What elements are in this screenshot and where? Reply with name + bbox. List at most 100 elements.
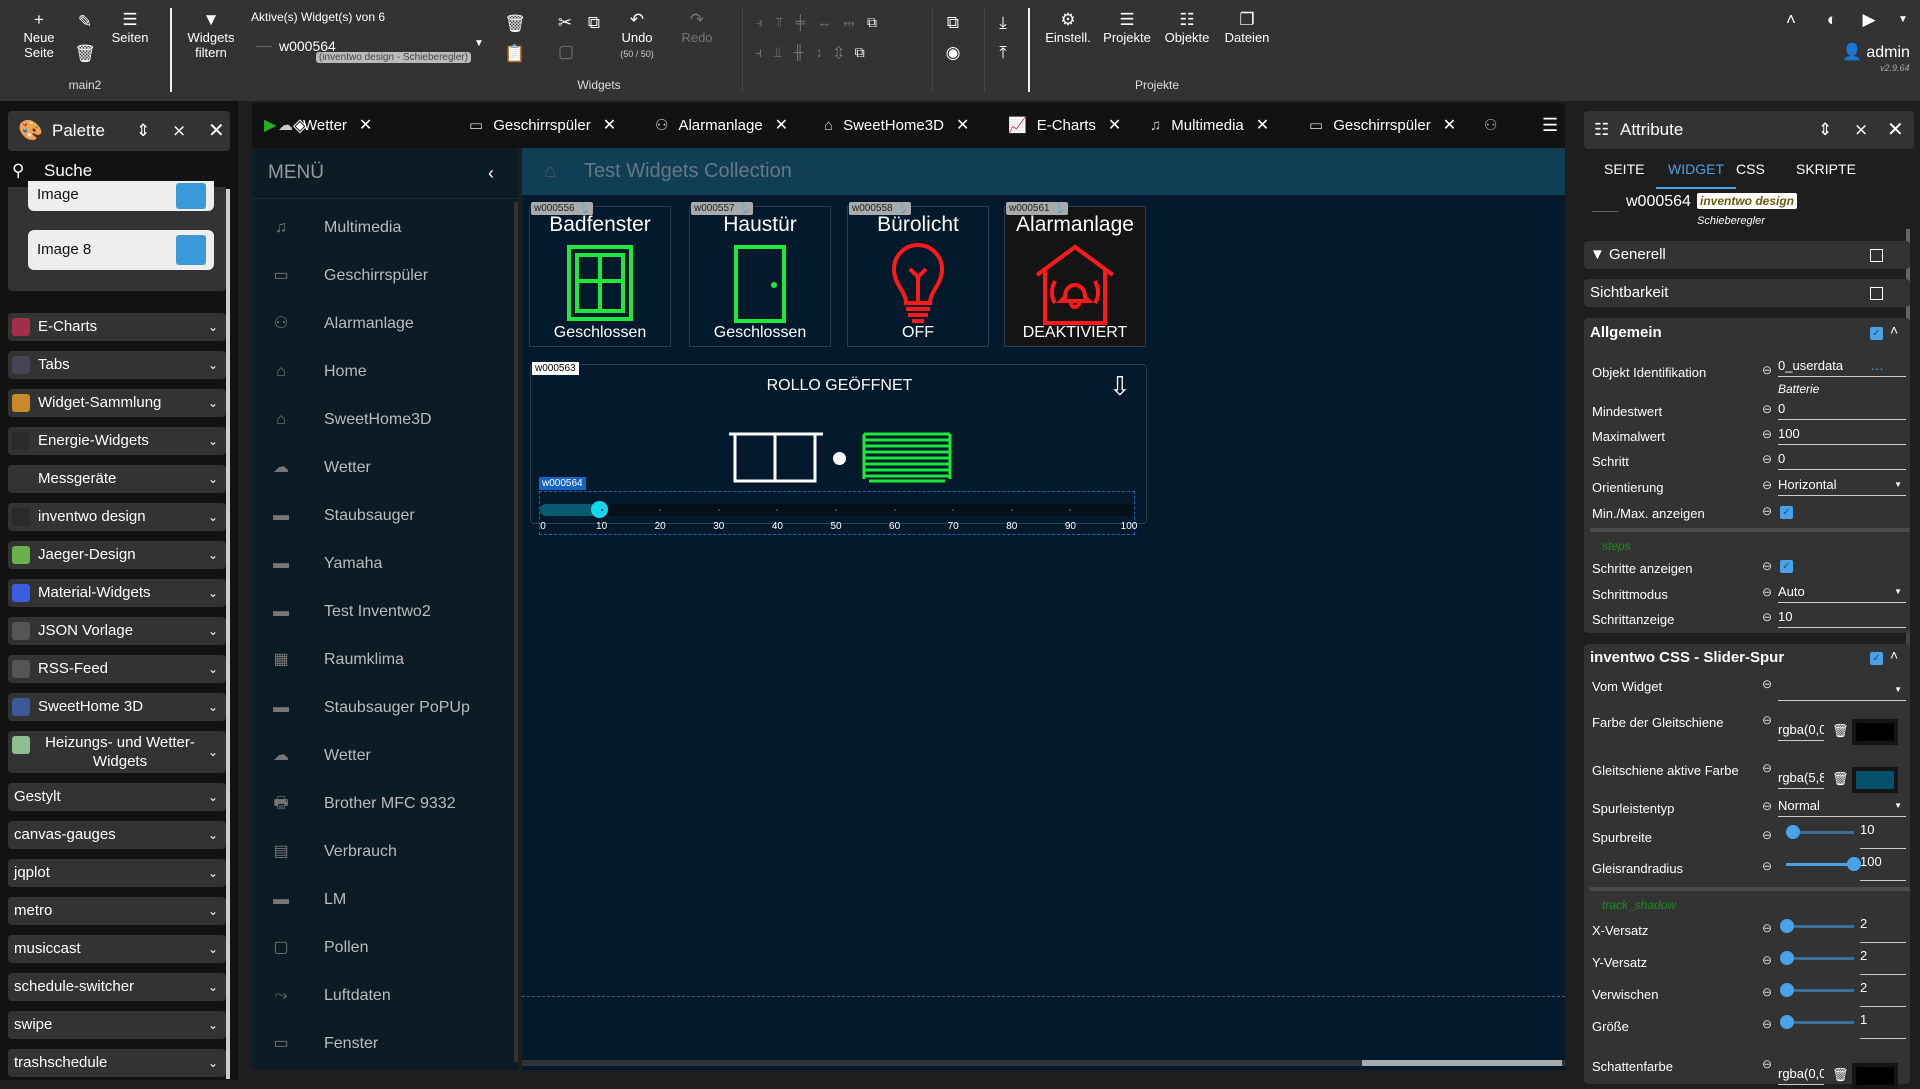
horizontal-scrollbar[interactable]	[522, 1060, 1565, 1066]
menu-item[interactable]: ⌂ SweetHome3D	[252, 400, 518, 440]
tab-view[interactable]: ⚇ Alarmanlage ✕	[655, 103, 788, 148]
copy-button[interactable]: ⧉	[588, 13, 600, 33]
palette-category[interactable]: JSON Vorlage ⌄	[8, 617, 226, 645]
collapse-all-icon[interactable]: ⨯	[172, 111, 186, 151]
tab-view[interactable]: 📈 E-Charts ✕	[1008, 103, 1121, 148]
palette-category[interactable]: Jaeger-Design ⌄	[8, 541, 226, 569]
chevron-down-icon[interactable]: ⌄	[208, 503, 218, 531]
chevron-up-icon[interactable]: ˄	[1890, 647, 1898, 663]
attr-input[interactable]: 2	[1860, 979, 1906, 1007]
link-icon[interactable]: ⊖	[1762, 559, 1772, 573]
link-icon[interactable]: ⊖	[1762, 1057, 1772, 1071]
palette-category[interactable]: musiccast ⌄	[8, 935, 226, 963]
palette-item-image8[interactable]: Image 8	[28, 230, 214, 270]
palette-category[interactable]: Widget-Sammlung ⌄	[8, 389, 226, 417]
link-icon[interactable]: ⊖	[1762, 677, 1772, 691]
state-widget[interactable]: Badfenster Geschlossen	[529, 206, 671, 347]
attr-input[interactable]: Horizontal ▼	[1778, 476, 1906, 496]
group-sichtbarkeit[interactable]: Sichtbarkeit	[1584, 279, 1910, 307]
menu-item[interactable]: ▤ Verbrauch	[252, 832, 518, 872]
chevron-down-icon[interactable]: ⌄	[208, 1049, 218, 1077]
group-generell[interactable]: ▼ Generell	[1584, 241, 1910, 269]
tab-css[interactable]: CSS	[1736, 161, 1765, 189]
group-checkbox[interactable]	[1870, 287, 1883, 300]
attr-input[interactable]: Normal ▼	[1778, 797, 1906, 817]
palette-category[interactable]: Heizungs- und Wetter-Widgets ⌄	[8, 731, 226, 773]
link-icon[interactable]: ⊖	[1762, 610, 1772, 624]
close-tab-icon[interactable]: ✕	[359, 117, 372, 134]
scrollbar[interactable]	[226, 189, 230, 1079]
chevron-down-icon[interactable]: ⌄	[208, 731, 218, 773]
link-icon[interactable]: ⊖	[1762, 713, 1772, 727]
attr-input[interactable]: 0	[1778, 400, 1906, 420]
chevron-down-icon[interactable]: ⌄	[208, 427, 218, 455]
group-checkbox[interactable]: ✓	[1870, 652, 1883, 665]
link-icon[interactable]: ⊖	[1762, 859, 1772, 873]
widget-select[interactable]: w000564 (inventwo design - Schieberegler…	[256, 36, 486, 68]
link-icon[interactable]: ⊖	[1762, 985, 1772, 999]
export-button[interactable]: ⤒	[999, 43, 1007, 63]
chevron-down-icon[interactable]: ⌄	[208, 351, 218, 379]
menu-item[interactable]: ☁ Wetter	[252, 736, 518, 776]
link-icon[interactable]: ⊖	[1762, 799, 1772, 813]
menu-item[interactable]: 🖶 Brother MFC 9332	[252, 784, 518, 824]
attr-input[interactable]: 10	[1778, 608, 1906, 628]
close-tab-icon[interactable]: ✕	[1256, 117, 1269, 134]
tab-view[interactable]: ☁ Wetter ✕	[278, 103, 372, 148]
link-icon[interactable]: ⊖	[1762, 452, 1772, 466]
redo-button[interactable]: ↷ Redo	[681, 10, 712, 45]
group-checkbox[interactable]	[1870, 249, 1883, 262]
expand-all-icon[interactable]: ⇕	[136, 111, 150, 151]
chevron-down-icon[interactable]: ⌄	[208, 973, 218, 1001]
palette-category[interactable]: Energie-Widgets ⌄	[8, 427, 226, 455]
palette-item-image[interactable]: Image	[28, 181, 214, 211]
chevron-down-icon[interactable]: ⌄	[208, 389, 218, 417]
palette-category[interactable]: metro ⌄	[8, 897, 226, 925]
chevron-down-icon[interactable]: ⌄	[208, 579, 218, 607]
tab-view[interactable]: ⌂ SweetHome3D ✕	[824, 103, 969, 148]
align-top-buttons[interactable]: ⫣⫪╪↔⇹⧉	[755, 14, 889, 31]
run-menu-button[interactable]: ▼	[1898, 10, 1908, 30]
menu-item[interactable]: ⌂ Home	[252, 352, 518, 392]
color-swatch[interactable]	[1852, 767, 1898, 793]
menu-item[interactable]: ▬ LM	[252, 880, 518, 920]
link-icon[interactable]: ⊖	[1762, 953, 1772, 967]
chevron-down-icon[interactable]: ⌄	[208, 1011, 218, 1039]
slider-widget[interactable]: 0 10 20 30 40 50 60 70 80 90 100	[539, 491, 1137, 535]
group-checkbox[interactable]: ✓	[1870, 327, 1883, 340]
trash-icon[interactable]: 🗑	[1832, 723, 1849, 739]
user-menu[interactable]: 👤 admin	[1842, 42, 1910, 62]
align-right-icon[interactable]: ⫞	[755, 44, 774, 60]
align-top-icon[interactable]: ⫪	[775, 14, 795, 30]
menu-item[interactable]: ▬ Staubsauger	[252, 496, 518, 536]
attr-input[interactable]: 2	[1860, 915, 1906, 943]
palette-category[interactable]: Material-Widgets ⌄	[8, 579, 226, 607]
state-widget[interactable]: Bürolicht OFF	[847, 206, 989, 347]
cut-button[interactable]: ✂	[558, 13, 572, 33]
files-button[interactable]: ❐ Dateien	[1225, 10, 1270, 45]
palette-category[interactable]: Tabs ⌄	[8, 351, 226, 379]
attr-input[interactable]: 0	[1778, 450, 1906, 470]
menu-item[interactable]: ▭ Fenster	[252, 1024, 518, 1064]
link-icon[interactable]: ⊖	[1762, 1017, 1772, 1031]
chevron-down-icon[interactable]: ⌄	[208, 821, 218, 849]
settings-button[interactable]: ⚙ Einstell.	[1045, 10, 1091, 45]
color-swatch[interactable]	[1852, 1063, 1898, 1089]
send-back-icon[interactable]: ⧉	[855, 44, 877, 60]
link-icon[interactable]: ⊖	[1762, 478, 1772, 492]
expand-all-icon[interactable]: ⇕	[1818, 111, 1832, 149]
distribute-v-icon[interactable]: ↕	[816, 44, 835, 60]
palette-category[interactable]: swipe ⌄	[8, 1011, 226, 1039]
alarm-icon[interactable]: ⚇	[1484, 103, 1497, 148]
trash-icon[interactable]: 🗑	[1832, 1067, 1849, 1083]
palette-category[interactable]: jqplot ⌄	[8, 859, 226, 887]
palette-category[interactable]: trashschedule ⌄	[8, 1049, 226, 1077]
chevron-down-icon[interactable]: ⌄	[208, 859, 218, 887]
chevron-down-icon[interactable]: ⌄	[208, 617, 218, 645]
attr-input[interactable]: 10	[1860, 821, 1906, 849]
link-icon[interactable]: ⊖	[1762, 363, 1772, 377]
menu-item[interactable]: ▢ Pollen	[252, 928, 518, 968]
palette-category[interactable]: RSS-Feed ⌄	[8, 655, 226, 683]
same-width-icon[interactable]: ⇹	[843, 14, 867, 30]
attr-input[interactable]: 0_userdata	[1778, 357, 1906, 377]
